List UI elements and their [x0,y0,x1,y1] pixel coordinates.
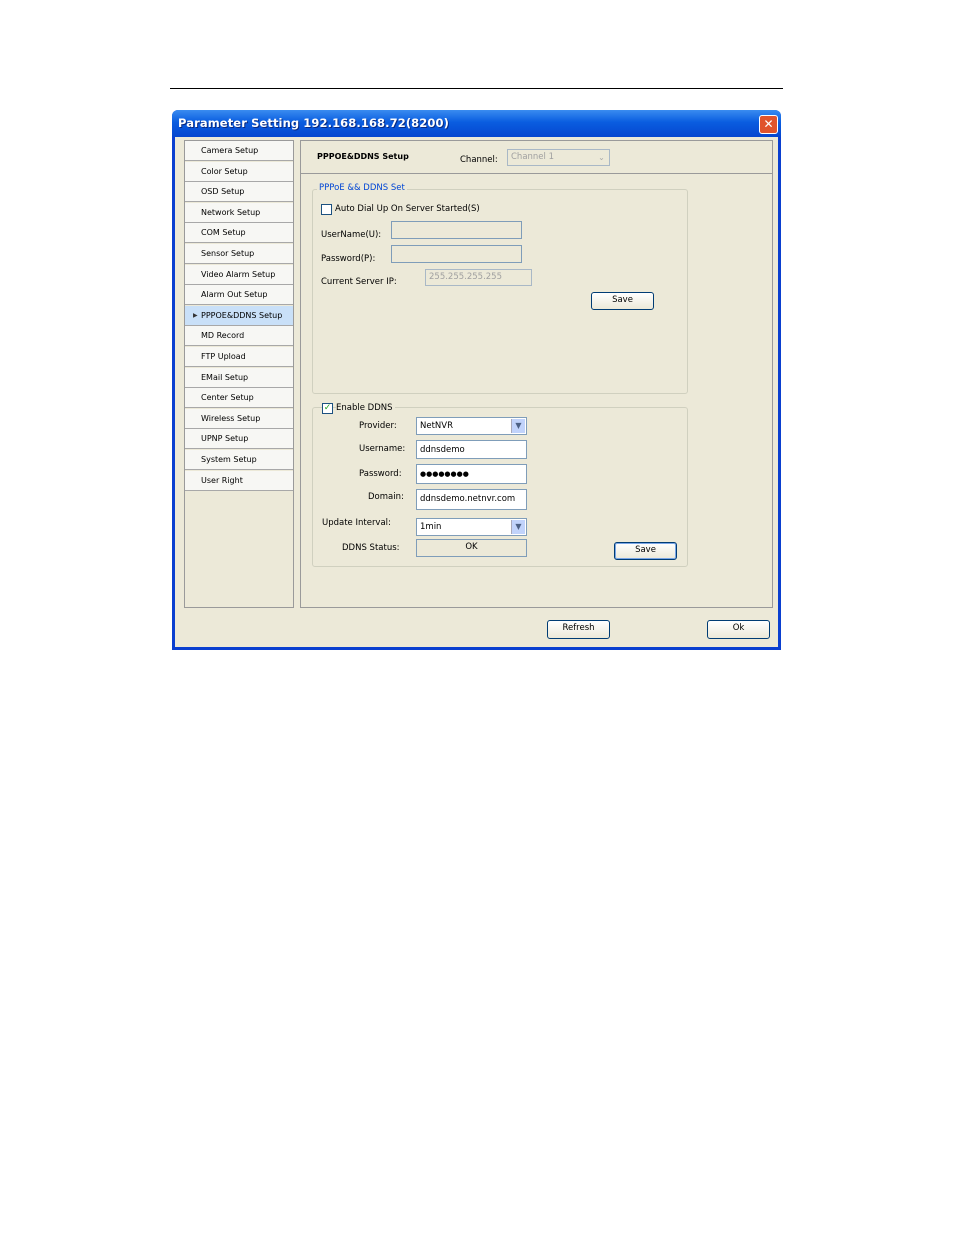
title-bar[interactable]: Parameter Setting 192.168.168.72(8200) ✕ [172,110,781,137]
nav-item[interactable]: Sensor Setup [185,244,293,264]
ddns-password-label: Password: [359,469,402,479]
window-title: Parameter Setting 192.168.168.72(8200) [178,116,449,130]
section-title: PPPOE&DDNS Setup [317,152,409,161]
ddns-save-button[interactable]: Save [614,542,677,560]
interval-value: 1min [420,522,442,532]
nav-item-label: UPNP Setup [201,434,249,444]
update-interval-select[interactable]: 1min ▼ [416,518,527,536]
pppoe-password-input[interactable] [391,245,522,263]
ddns-status-label: DDNS Status: [342,543,400,553]
refresh-button[interactable]: Refresh [547,620,610,639]
ok-button[interactable]: Ok [707,620,770,639]
auto-dial-checkbox[interactable] [321,204,332,215]
pppoe-username-label: UserName(U): [321,230,382,240]
header-divider [301,173,772,174]
nav-item[interactable]: Color Setup [185,161,293,182]
nav-item[interactable]: Video Alarm Setup [185,264,293,285]
pppoe-username-input[interactable] [391,221,522,239]
nav-item-label: EMail Setup [201,372,249,382]
nav-item[interactable]: Center Setup [185,388,293,409]
channel-value: Channel 1 [511,152,555,162]
nav-item[interactable]: UPNP Setup [185,429,293,450]
nav-item-label: MD Record [201,331,245,341]
channel-label: Channel: [460,155,498,165]
server-ip-label: Current Server IP: [321,277,397,287]
ddns-username-input[interactable]: ddnsdemo [416,440,527,459]
auto-dial-label: Auto Dial Up On Server Started(S) [335,204,480,214]
update-interval-label: Update Interval: [322,518,391,528]
dialog-client: Camera Setup Color Setup OSD Setup Network … [175,137,778,647]
pppoe-group: PPPoE && DDNS Set Auto Dial Up On Server… [312,183,688,394]
page-rule [170,88,783,89]
provider-label: Provider: [359,421,397,431]
selection-arrow-icon: ▶ [193,311,198,319]
provider-value: NetNVR [420,421,453,431]
nav-item[interactable]: ▶ PPPOE&DDNS Setup [185,305,293,326]
ddns-status-value: OK [416,539,527,557]
nav-item[interactable]: User Right [185,470,293,491]
domain-label: Domain: [368,492,404,502]
nav-item[interactable]: EMail Setup [185,367,293,388]
nav-item-label: Center Setup [201,393,254,403]
nav-item-label: COM Setup [201,228,246,238]
channel-select[interactable]: Channel 1 ⌄ [507,149,610,166]
nav-item-label: Color Setup [201,166,248,176]
ddns-password-input[interactable]: ●●●●●●●● [416,464,527,484]
nav-item-label: Camera Setup [201,146,259,155]
chevron-down-icon: ⌄ [595,151,608,165]
server-ip-field: 255.255.255.255 [425,269,532,286]
nav-item[interactable]: MD Record [185,326,293,347]
nav-item[interactable]: Wireless Setup [185,408,293,429]
ddns-username-label: Username: [359,444,406,454]
pppoe-legend: PPPoE && DDNS Set [317,183,407,193]
nav-item[interactable]: FTP Upload [185,347,293,367]
nav-item-label: Sensor Setup [201,249,255,258]
enable-ddns-checkbox[interactable]: ✓ [322,403,333,414]
nav-item-label: Network Setup [201,207,261,217]
chevron-down-icon: ▼ [511,419,525,433]
pppoe-password-label: Password(P): [321,254,376,264]
nav-item[interactable]: Network Setup [185,202,293,223]
nav-item[interactable]: OSD Setup [185,182,293,203]
enable-ddns-label: Enable DDNS [336,403,395,413]
domain-input[interactable]: ddnsdemo.netnvr.com [416,489,527,510]
nav-item[interactable]: System Setup [185,450,293,470]
pppoe-save-button[interactable]: Save [591,292,654,310]
settings-panel: PPPOE&DDNS Setup Channel: Channel 1 ⌄ PP… [300,140,773,608]
ddns-group: ✓ Enable DDNS Provider: NetNVR ▼ Usernam… [312,403,688,567]
provider-select[interactable]: NetNVR ▼ [416,417,527,435]
parameter-setting-window: Parameter Setting 192.168.168.72(8200) ✕… [172,110,781,650]
close-icon[interactable]: ✕ [759,115,778,134]
nav-item-label: OSD Setup [201,187,245,197]
nav-item-label: Video Alarm Setup [201,269,276,279]
nav-item-label: User Right [201,475,243,485]
settings-nav: Camera Setup Color Setup OSD Setup Network … [184,140,294,608]
nav-item[interactable]: COM Setup [185,223,293,244]
chevron-down-icon: ▼ [511,520,525,534]
nav-item-label: System Setup [201,455,257,464]
nav-item[interactable]: Camera Setup [185,141,293,161]
nav-item[interactable]: Alarm Out Setup [185,285,293,306]
nav-item-label: Wireless Setup [201,413,261,423]
nav-item-label: Alarm Out Setup [201,290,268,300]
nav-item-label: FTP Upload [201,352,246,361]
nav-item-label: PPPOE&DDNS Setup [201,310,283,320]
